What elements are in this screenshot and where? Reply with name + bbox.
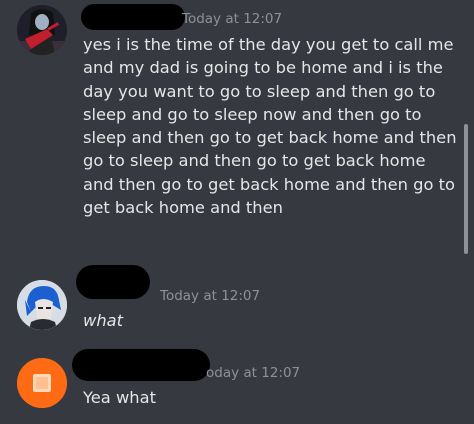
message-timestamp: oday at 12:07 <box>206 365 301 381</box>
message-3: oday at 12:07 Yea what <box>0 346 474 424</box>
redacted-username <box>72 349 210 381</box>
user-avatar[interactable] <box>17 358 67 408</box>
message-content: what <box>83 311 123 330</box>
dark-character-avatar-icon <box>17 5 67 55</box>
message-1: Today at 12:07 yes i is the time of the … <box>0 0 474 260</box>
redacted-username <box>81 4 185 30</box>
scrollbar-thumb[interactable] <box>464 124 468 254</box>
message-timestamp: Today at 12:07 <box>160 288 261 304</box>
user-avatar[interactable] <box>17 280 67 330</box>
user-avatar[interactable] <box>17 5 67 55</box>
blue-haired-character-avatar-icon <box>17 280 67 330</box>
orange-default-avatar-icon <box>17 358 67 408</box>
message-content: yes i is the time of the day you get to … <box>83 35 457 218</box>
message-2: Today at 12:07 what <box>0 262 474 342</box>
message-content: Yea what <box>83 388 156 407</box>
message-timestamp: Today at 12:07 <box>182 11 283 27</box>
redacted-username <box>76 265 150 299</box>
